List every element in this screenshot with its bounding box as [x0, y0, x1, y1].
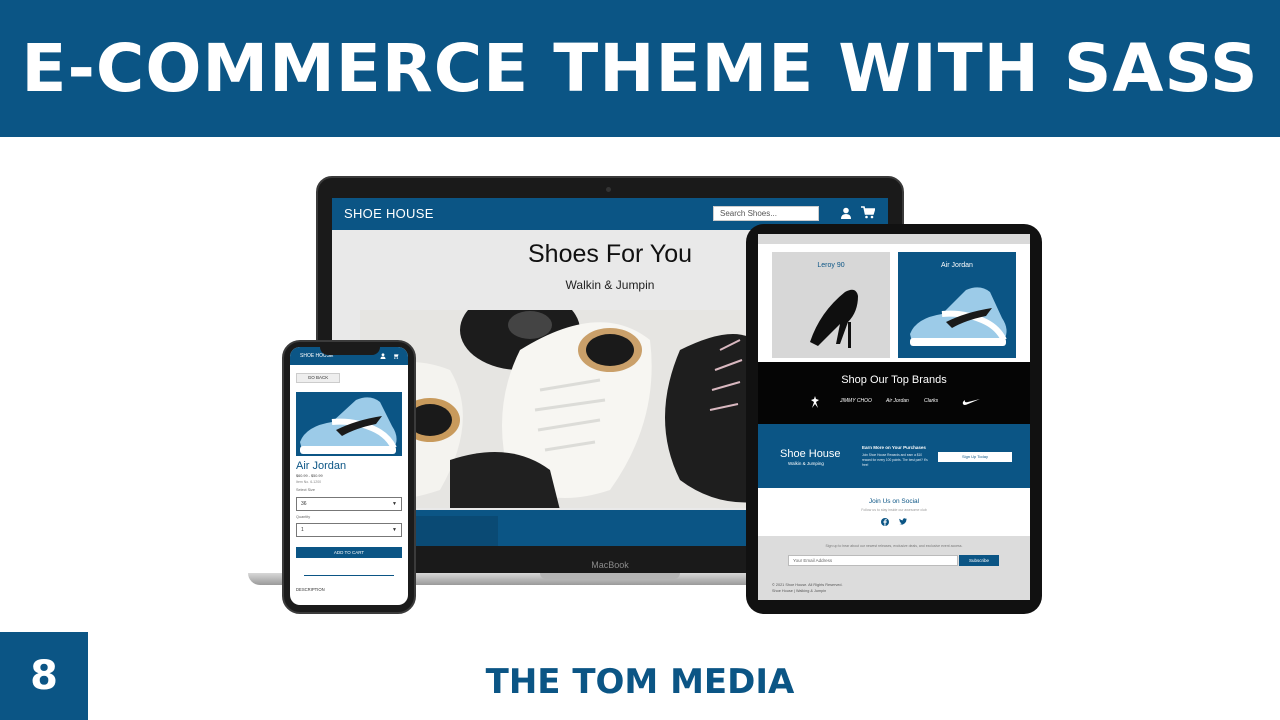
product-price: $60.99 - $50.99	[296, 474, 323, 478]
email-field[interactable]: Your Email Address	[788, 555, 958, 566]
brands-title: Shop Our Top Brands	[841, 374, 947, 386]
episode-number: 8	[30, 653, 58, 699]
product-title: Air Jordan	[296, 460, 347, 472]
promo-heading: Earn More on Your Purchases	[862, 445, 926, 450]
subscribe-button[interactable]: Subscribe	[959, 555, 999, 566]
newsletter-text: Sign up to hear about our newest release…	[825, 544, 963, 548]
laptop-search-input[interactable]: Search Shoes...	[713, 206, 819, 221]
episode-badge: 8	[0, 632, 88, 720]
chevron-down-icon: ▼	[392, 527, 397, 533]
top-brands-section	[758, 362, 1030, 424]
product-card-air-jordan[interactable]: Air Jordan	[898, 252, 1016, 358]
user-icon[interactable]	[380, 353, 386, 359]
copyright-text: © 2021 Shoe House. All Rights Reserved. …	[772, 582, 843, 594]
jordan-shoe-image	[910, 287, 1007, 346]
sign-up-button[interactable]: Sign Up Today	[938, 452, 1012, 462]
user-icon[interactable]	[840, 207, 852, 219]
facebook-icon[interactable]	[881, 518, 889, 526]
promo-store-name: Shoe House	[780, 448, 841, 460]
size-value: 36	[301, 501, 307, 507]
size-select[interactable]: 36 ▼	[296, 497, 402, 511]
chevron-down-icon: ▼	[392, 501, 397, 507]
tablet-topbar	[758, 234, 1030, 244]
cart-icon[interactable]	[392, 353, 399, 359]
laptop-notch	[540, 573, 680, 579]
social-subtitle: Follow us to stay inside our awesome clu…	[861, 508, 927, 512]
quantity-label: Quantity	[296, 515, 311, 519]
phone-screen: SHOE HOUSE GO BACK Air Jordan $60.99 - $…	[290, 347, 408, 605]
size-label: Select Size	[296, 488, 315, 492]
card-label: Air Jordan	[941, 262, 973, 269]
jimmy-choo-logo[interactable]: JIMMY CHOO	[840, 398, 872, 404]
laptop-logo[interactable]: SHOE HOUSE	[344, 206, 434, 221]
air-jordan-logo[interactable]: Air Jordan	[886, 398, 909, 404]
card-label: Leroy 90	[817, 262, 845, 269]
description-label[interactable]: DESCRIPTION	[296, 587, 325, 592]
nike-logo-icon[interactable]	[962, 398, 980, 406]
laptop-camera	[606, 187, 611, 192]
product-item-number: Item No. 6-1200	[296, 480, 322, 484]
go-back-button[interactable]: GO BACK	[296, 373, 340, 383]
heel-shoe-image	[810, 289, 858, 348]
jordan-logo-icon[interactable]	[810, 396, 820, 408]
phone-notch	[320, 345, 380, 355]
divider	[304, 575, 394, 576]
clarks-logo[interactable]: Clarks	[924, 398, 938, 404]
hero-shoes-image	[360, 310, 760, 508]
copyright-line: Shoe House | Walking & Jumpin	[772, 589, 827, 593]
product-card-leroy[interactable]: Leroy 90	[772, 252, 890, 358]
quantity-select[interactable]: 1 ▼	[296, 523, 402, 537]
promo-tagline: Walkin & Jumping	[788, 461, 824, 466]
add-to-cart-button[interactable]: ADD TO CART	[296, 547, 402, 558]
twitter-icon[interactable]	[899, 518, 907, 526]
product-image	[296, 392, 402, 456]
hero-subtitle: Walkin & Jumpin	[565, 278, 655, 292]
title-banner: E-COMMERCE THEME WITH SASS	[0, 0, 1280, 137]
social-title: Join Us on Social	[868, 498, 920, 505]
cart-icon[interactable]	[861, 206, 875, 219]
social-section	[758, 488, 1030, 536]
tablet-screen: Leroy 90 Air Jordan Shop Our Top Brands …	[758, 234, 1030, 600]
hero-title: Shoes For You	[527, 240, 692, 268]
quantity-value: 1	[301, 527, 304, 533]
brand-name: THE TOM MEDIA	[485, 662, 795, 702]
promo-text: Join Shoe House Rewards and earn a $10 r…	[862, 453, 928, 467]
laptop-label: MacBook	[591, 560, 629, 570]
banner-title: E-COMMERCE THEME WITH SASS	[21, 30, 1259, 107]
